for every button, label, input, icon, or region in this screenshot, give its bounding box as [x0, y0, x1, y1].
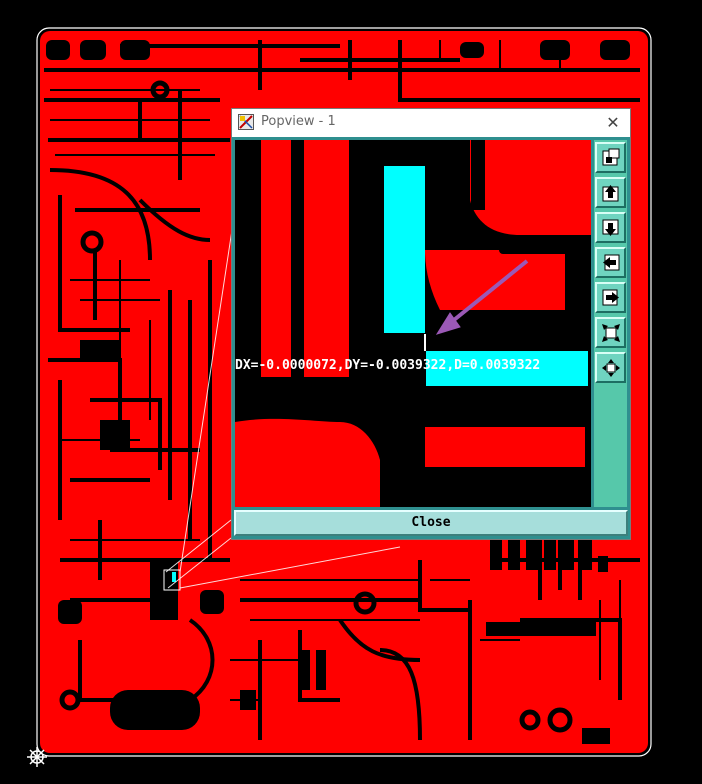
zoom-fit-button[interactable]: [595, 142, 626, 173]
pan-right-button[interactable]: [595, 282, 626, 313]
origin-marker-icon: [27, 747, 47, 767]
window-close-button[interactable]: ✕: [602, 112, 624, 134]
pan-down-button[interactable]: [595, 212, 626, 243]
popview-frame: DX=-0.0000072,DY=-0.0039322,D=0.0039322: [232, 137, 630, 539]
popview-window[interactable]: Popview - 1 ✕ DX=-0.0000072,DY=-0.003932…: [231, 108, 631, 540]
zoom-fit-icon: [602, 148, 620, 166]
pan-right-icon: [602, 289, 619, 306]
zoom-in-icon: [602, 324, 620, 342]
zoom-in-button[interactable]: [595, 317, 626, 348]
window-title: Popview - 1: [261, 114, 336, 129]
pan-left-button[interactable]: [595, 247, 626, 278]
close-button[interactable]: Close: [234, 510, 628, 536]
measurement-readout: DX=-0.0000072,DY=-0.0039322,D=0.0039322: [235, 358, 541, 373]
popview-titlebar[interactable]: Popview - 1 ✕: [232, 109, 630, 137]
zoomed-pcb-view[interactable]: [235, 140, 591, 507]
pan-left-icon: [603, 254, 620, 271]
pcb-layout-canvas[interactable]: Popview - 1 ✕ DX=-0.0000072,DY=-0.003932…: [0, 0, 702, 784]
zoom-out-icon: [602, 359, 620, 377]
pan-down-icon: [602, 219, 619, 236]
app-icon: [238, 114, 254, 130]
pan-up-button[interactable]: [595, 177, 626, 208]
zoom-viewport[interactable]: DX=-0.0000072,DY=-0.0039322,D=0.0039322: [235, 140, 591, 507]
pan-up-icon: [602, 185, 619, 202]
zoom-out-button[interactable]: [595, 352, 626, 383]
popview-toolbar: [594, 140, 627, 507]
